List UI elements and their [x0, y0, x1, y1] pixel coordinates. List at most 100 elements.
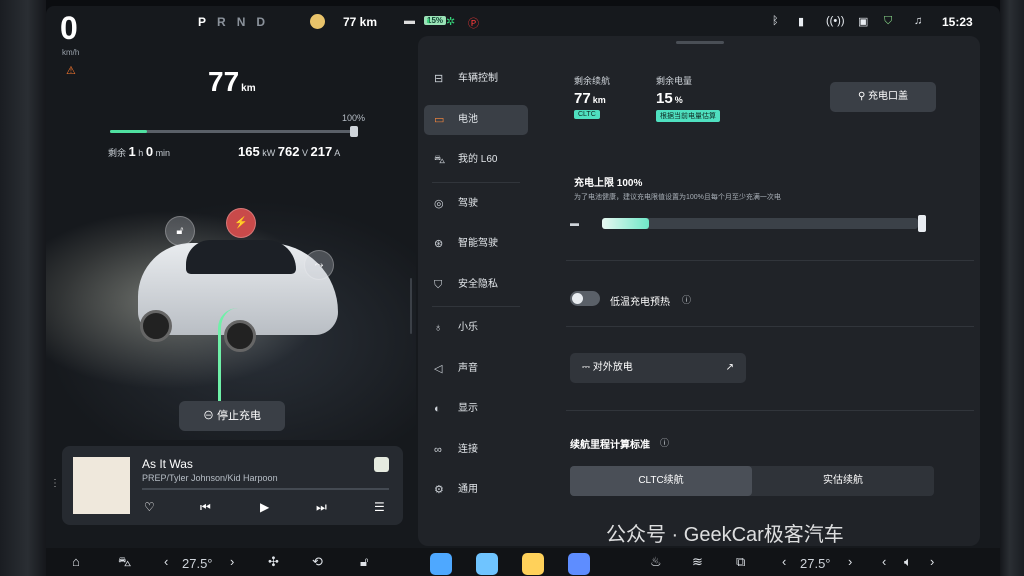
- plug-icon: ▬: [570, 218, 579, 228]
- seat-heat-icon[interactable]: ♨: [650, 554, 662, 570]
- app-360-icon[interactable]: [430, 553, 452, 575]
- recirculation-icon[interactable]: ⟲: [312, 554, 323, 570]
- divider: [566, 410, 974, 411]
- home-icon[interactable]: ⌂: [72, 554, 80, 569]
- toggle-icon: ⊟: [434, 73, 444, 85]
- clock: 15:23: [942, 15, 973, 29]
- charge-target-knob[interactable]: [350, 126, 358, 137]
- charge-port-button[interactable]: ⚲ 充电口盖: [830, 82, 936, 112]
- song-title: As It Was: [142, 457, 193, 471]
- cable-lock-icon[interactable]: ⤳: [304, 250, 334, 280]
- music-app-icon[interactable]: [374, 457, 389, 472]
- temp-up-left-icon[interactable]: ›: [230, 554, 234, 569]
- hotspot-icon[interactable]: ((•)): [826, 15, 845, 27]
- current-value: 217: [310, 144, 333, 159]
- handle-dots-icon[interactable]: ⋮: [50, 478, 60, 489]
- volume-up-icon[interactable]: ›: [930, 554, 934, 569]
- nav-item-6[interactable]: ♁ 小乐: [424, 313, 528, 343]
- signal-icon: ▮: [798, 16, 805, 28]
- car-icon[interactable]: ⛍: [118, 554, 131, 572]
- divider: [566, 326, 974, 327]
- stop-charging-button[interactable]: ⊖ 停止充电: [179, 401, 285, 431]
- play-icon[interactable]: ▶: [260, 500, 269, 514]
- range-display: 77 km: [208, 66, 256, 98]
- camera-icon[interactable]: ▣: [858, 15, 868, 28]
- nav-item-label: 车辆控制: [458, 73, 498, 84]
- nav-item-8[interactable]: ◐ 显示: [424, 394, 528, 424]
- temp-down-left-icon[interactable]: ‹: [164, 554, 168, 569]
- nav-divider: [432, 306, 520, 307]
- nav-item-label: 显示: [458, 403, 478, 414]
- nav-item-5[interactable]: ⛉ 安全隐私: [424, 270, 528, 300]
- status-range: 77 km: [343, 15, 378, 29]
- bluetooth-icon[interactable]: ᛒ: [772, 15, 779, 27]
- apps-grid-icon[interactable]: [568, 553, 590, 575]
- gear-r: R: [217, 15, 237, 29]
- autopilot-icon: ⊛: [434, 238, 444, 250]
- right-bezel: [1000, 0, 1024, 576]
- nav-item-4[interactable]: ⊛ 智能驾驶: [424, 229, 528, 259]
- temp-down-right-icon[interactable]: ‹: [782, 554, 786, 569]
- external-link-icon: ↗: [725, 362, 734, 373]
- power-readout: 165 kW 762 V 217 A: [238, 144, 340, 159]
- music-player: As It Was PREP/Tyler Johnson/Kid Harpoon…: [62, 446, 403, 525]
- charging-panel: 77 km 100% 剩余 1 h 0 min 165 kW 762 V 217 …: [46, 40, 416, 510]
- song-progress[interactable]: [142, 488, 389, 490]
- remaining-minutes: 0: [145, 144, 154, 159]
- car-roof: [186, 240, 296, 274]
- charge-progress-bar: [110, 130, 358, 133]
- volume-icon[interactable]: 🔈︎: [904, 554, 912, 570]
- charge-limit-slider[interactable]: [602, 218, 918, 229]
- speaker-icon: ◁: [434, 362, 443, 375]
- weather-app-icon[interactable]: [476, 553, 498, 575]
- front-wheel: [140, 310, 172, 342]
- charge-limit-knob[interactable]: [918, 215, 926, 232]
- nav-item-2[interactable]: ⛍ 我的 L60: [424, 145, 528, 175]
- settings-soc: 15%: [656, 90, 683, 107]
- nav-item-10[interactable]: ⚙ 通用: [424, 475, 528, 505]
- notification-bell-icon[interactable]: ♫: [914, 15, 922, 27]
- charge-limit-title: 充电上限 100%: [574, 178, 643, 189]
- power-unit: kW: [262, 148, 276, 158]
- next-track-icon[interactable]: ⏭: [316, 500, 327, 515]
- nav-item-9[interactable]: ∞ 连接: [424, 435, 528, 465]
- cltc-range-option[interactable]: CLTC续航: [570, 466, 752, 496]
- avatar[interactable]: [310, 14, 325, 29]
- preheat-toggle[interactable]: [570, 291, 600, 306]
- info-icon[interactable]: ⓘ: [660, 436, 669, 449]
- info-icon[interactable]: ⓘ: [682, 293, 691, 306]
- like-icon[interactable]: ♡: [144, 500, 155, 514]
- panel-scrollbar[interactable]: [410, 278, 412, 334]
- album-art[interactable]: [73, 457, 130, 514]
- unlock-icon[interactable]: 🔓︎: [165, 216, 195, 246]
- temp-up-right-icon[interactable]: ›: [848, 554, 852, 569]
- hours-unit: h: [138, 148, 144, 158]
- range-standard-title: 续航里程计算标准: [570, 440, 650, 451]
- gear-icon: ⚙: [434, 484, 444, 496]
- charge-port-icon[interactable]: ⚡: [226, 208, 256, 238]
- charge-limit-note: 为了电池健康，建议充电限值设置为100%且每个月至少充满一次电: [574, 194, 781, 201]
- lock-icon[interactable]: 🔓︎: [360, 554, 368, 570]
- shield-icon: ⛉: [434, 278, 443, 291]
- music-app-dock-icon[interactable]: [522, 553, 544, 575]
- nav-item-label: 我的 L60: [458, 154, 498, 165]
- fan-icon[interactable]: ✣: [268, 554, 279, 570]
- charge-target-label: 100%: [342, 113, 366, 123]
- nav-item-3[interactable]: ◎ 驾驶: [424, 189, 528, 219]
- volume-down-icon[interactable]: ‹: [882, 554, 886, 569]
- rear-defrost-icon[interactable]: ⧉: [736, 554, 745, 570]
- security-icon[interactable]: ⛉: [884, 15, 892, 28]
- estimated-range-option[interactable]: 实估续航: [752, 466, 934, 496]
- discharge-button[interactable]: ⎓ 对外放电 ↗: [570, 353, 746, 383]
- charge-limit-fill: [602, 218, 650, 229]
- previous-track-icon[interactable]: ⏮: [200, 500, 211, 515]
- nav-item-7[interactable]: ◁ 声音: [424, 354, 528, 384]
- front-defrost-icon[interactable]: ≋: [692, 554, 703, 570]
- watermark: 公众号 · GeekCar极客汽车: [606, 524, 844, 546]
- nav-item-1[interactable]: ▭ 电池: [424, 104, 528, 135]
- song-artist: PREP/Tyler Johnson/Kid Harpoon: [142, 473, 278, 483]
- playlist-icon[interactable]: ☰: [374, 500, 385, 514]
- microphone-icon: ♁: [434, 322, 443, 334]
- nav-item-0[interactable]: ⊟ 车辆控制: [424, 64, 528, 94]
- nav-item-label: 连接: [458, 443, 478, 455]
